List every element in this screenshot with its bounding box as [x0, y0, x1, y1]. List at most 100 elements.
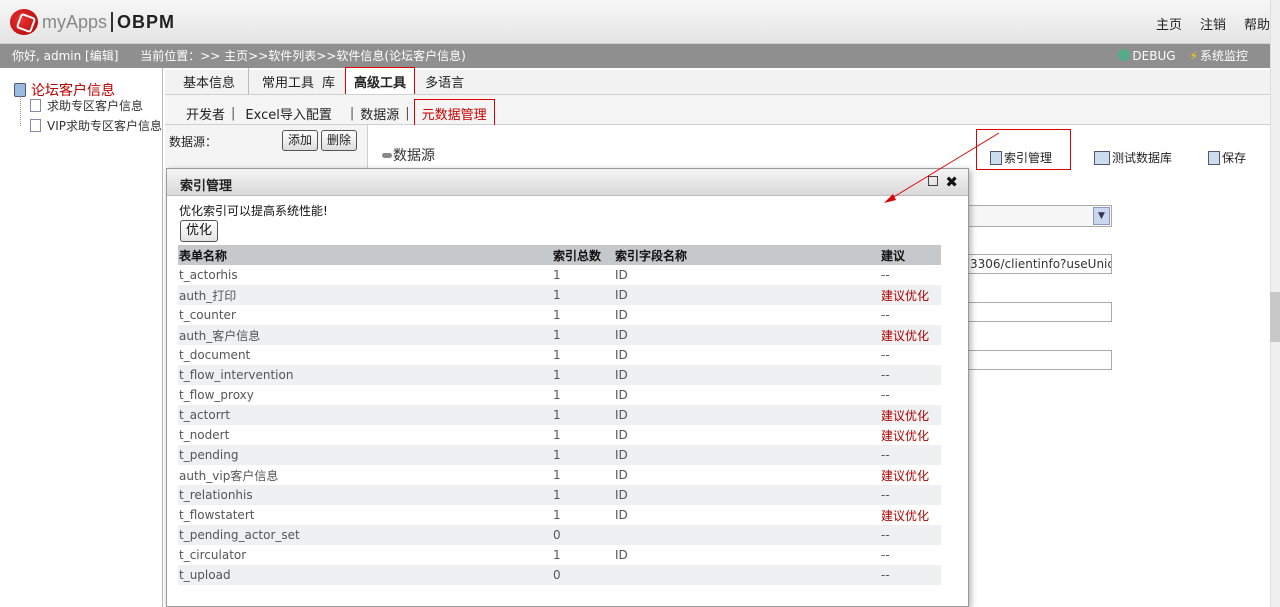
add-button[interactable]: 添加	[282, 130, 319, 151]
table-row: auth_客户信息 1 ID 建议优化	[178, 325, 941, 345]
table-row: t_counter 1 ID --	[178, 305, 941, 325]
optimize-button[interactable]: 优化	[180, 220, 219, 242]
dialog-title: 索引管理	[180, 179, 233, 194]
tab-advanced-tools[interactable]: 高级工具	[345, 67, 416, 94]
datasource-title-text: 数据源	[393, 148, 435, 164]
cell-suggestion: --	[880, 445, 941, 465]
cell-form-name: t_circulator	[179, 548, 247, 562]
subtab-metadata[interactable]: 元数据管理	[413, 99, 495, 128]
driver-select[interactable]: ▼	[968, 205, 1112, 227]
cell-index-field: ID	[615, 428, 628, 442]
username-field[interactable]	[968, 302, 1112, 322]
user-greeting[interactable]: 你好, admin [编辑]	[12, 49, 118, 63]
debug-label: DEBUG	[1132, 49, 1176, 63]
database-icon	[382, 153, 392, 158]
index-manage-button[interactable]: 索引管理	[990, 149, 1052, 166]
subtab-divider: |	[405, 106, 410, 121]
monitor-button[interactable]: ⚡ 系统监控	[1190, 44, 1248, 68]
url-field[interactable]: 3306/clientinfo?useUnicode	[968, 254, 1112, 274]
cell-suggestion: --	[881, 268, 890, 282]
table-row: t_actorhis 1 ID --	[178, 265, 941, 285]
tab-common-tools[interactable]: 常用工具	[249, 68, 318, 94]
tree-item-vip-zone[interactable]: VIP求助专区客户信息	[30, 117, 162, 134]
cell-form-name: auth_客户信息	[178, 325, 552, 345]
tab-library[interactable]: 库	[318, 68, 339, 94]
cell-form-name: t_pending	[178, 445, 552, 465]
logo-divider	[111, 12, 114, 32]
save-button[interactable]: 保存	[1208, 149, 1246, 166]
index-icon	[990, 150, 1002, 165]
cell-suggestion: 建议优化	[881, 428, 930, 443]
cell-index-count: 1	[552, 285, 614, 305]
table-header-row: 表单名称 索引总数 索引字段名称 建议	[178, 245, 941, 265]
cell-index-count: 1	[552, 485, 614, 505]
datasource-panel: 数据源： 添加 删除	[165, 125, 368, 170]
help-link[interactable]: 帮助	[1244, 14, 1270, 33]
cell-index-count: 1	[552, 365, 614, 385]
document-icon	[30, 99, 41, 112]
col-form-name: 表单名称	[178, 245, 552, 265]
debug-button[interactable]: DEBUG	[1118, 44, 1176, 68]
cell-index-count: 1	[553, 348, 561, 362]
app-logo[interactable]: myApps OBPM	[10, 9, 175, 35]
logo-text: myApps	[42, 11, 108, 32]
cell-index-field	[614, 525, 880, 545]
col-index-field: 索引字段名称	[614, 245, 880, 265]
table-row: t_upload 0 --	[178, 565, 941, 585]
cell-index-count: 1	[553, 508, 561, 522]
tab-multilanguage[interactable]: 多语言	[421, 68, 477, 94]
scrollbar-thumb[interactable]	[1270, 292, 1280, 342]
password-field[interactable]	[968, 350, 1112, 370]
cell-form-name: t_pending_actor_set	[178, 525, 552, 545]
cell-index-count: 1	[553, 268, 561, 282]
document-icon	[30, 119, 41, 132]
cell-suggestion: 建议优化	[881, 468, 930, 483]
index-manage-label: 索引管理	[1004, 151, 1053, 165]
cell-index-field: ID	[615, 348, 628, 362]
popout-icon[interactable]	[928, 176, 938, 186]
datasource-toolbar: 数据源 索引管理 测试数据库 保存	[370, 125, 1270, 170]
table-row: t_flow_proxy 1 ID --	[178, 385, 941, 405]
table-row: t_pending_actor_set 0 --	[178, 525, 941, 545]
bug-icon	[1118, 49, 1131, 61]
test-db-label: 测试数据库	[1112, 151, 1173, 165]
index-manage-dialog: 索引管理 ✖ 优化索引可以提高系统性能! 优化 表单名称 索引总数 索引字段名称…	[166, 168, 969, 607]
save-label: 保存	[1222, 151, 1247, 165]
cell-form-name: auth_打印	[178, 285, 552, 305]
cell-index-field: ID	[614, 365, 880, 385]
tree-connector	[20, 96, 21, 126]
col-suggestion: 建议	[880, 245, 941, 265]
test-db-button[interactable]: 测试数据库	[1094, 149, 1172, 166]
subtab-datasource[interactable]: 数据源	[354, 104, 405, 123]
cell-index-field: ID	[615, 388, 628, 402]
close-icon[interactable]: ✖	[945, 173, 958, 191]
cell-index-count: 1	[552, 405, 614, 425]
top-nav: 主页 注销 帮助	[1156, 14, 1270, 33]
cell-index-count: 0	[552, 525, 614, 545]
tabs: 基本信息 常用工具 库 高级工具 多语言	[170, 67, 477, 94]
cell-index-field: ID	[614, 325, 880, 345]
cell-suggestion: --	[880, 565, 941, 585]
subtab-excel-import[interactable]: Excel导入配置	[235, 104, 349, 123]
cell-index-count: 1	[553, 428, 561, 442]
home-link[interactable]: 主页	[1156, 14, 1182, 33]
cell-index-count: 1	[552, 325, 614, 345]
table-row: auth_打印 1 ID 建议优化	[178, 285, 941, 305]
monitor-label: 系统监控	[1199, 49, 1248, 63]
cell-suggestion: 建议优化	[881, 508, 930, 523]
cell-form-name: t_nodert	[179, 428, 230, 442]
datasource-title: 数据源	[382, 145, 435, 165]
cell-index-count: 1	[553, 548, 561, 562]
info-bar: 你好, admin [编辑] 当前位置：>> 主页>>软件列表>>软件信息(论坛…	[0, 44, 1270, 68]
cell-suggestion: --	[880, 485, 941, 505]
logout-link[interactable]: 注销	[1200, 14, 1226, 33]
delete-button[interactable]: 删除	[321, 130, 358, 151]
cell-form-name: t_actorrt	[178, 405, 552, 425]
tree-item-help-zone[interactable]: 求助专区客户信息	[30, 97, 143, 114]
test-db-icon	[1094, 150, 1110, 165]
computer-icon	[14, 83, 26, 97]
tab-basic-info[interactable]: 基本信息	[170, 68, 250, 94]
cell-form-name: t_document	[179, 348, 251, 362]
cell-suggestion: --	[881, 348, 890, 362]
subtab-developer[interactable]: 开发者	[180, 104, 231, 123]
